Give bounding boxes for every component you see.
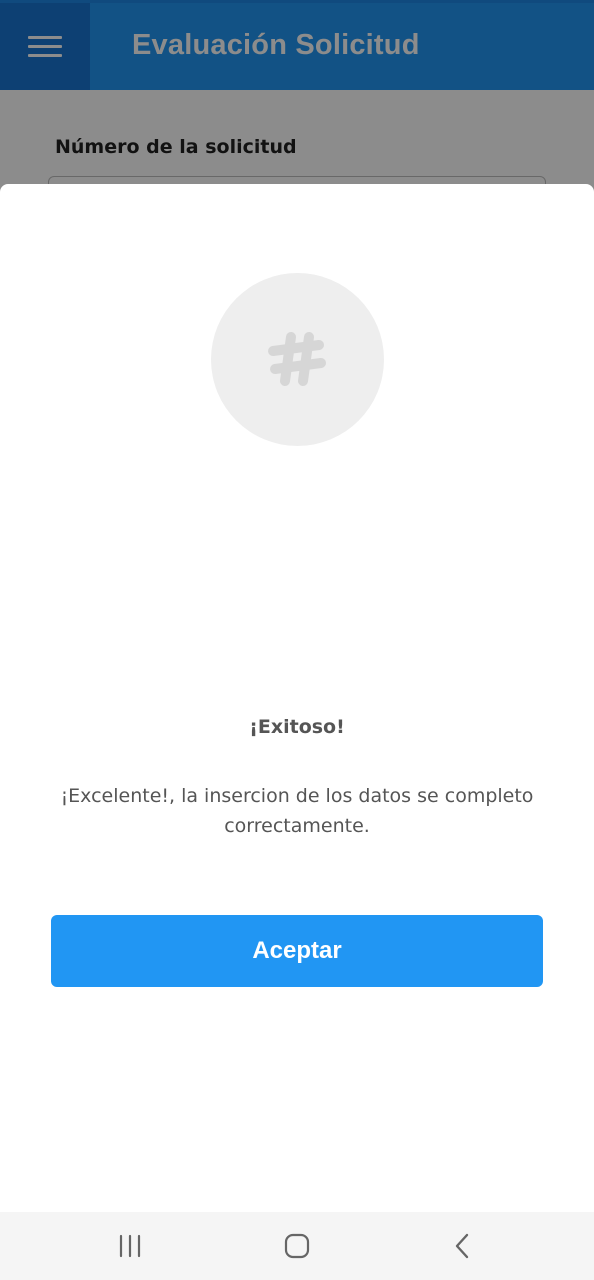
- dialog-title: ¡Exitoso!: [249, 716, 345, 738]
- back-icon: [455, 1233, 469, 1259]
- recent-apps-button[interactable]: [100, 1226, 160, 1266]
- dialog-message: ¡Excelente!, la insercion de los datos s…: [60, 785, 534, 837]
- accept-button[interactable]: Aceptar: [51, 915, 543, 987]
- recent-apps-icon: [119, 1234, 141, 1258]
- hashtag-icon: [268, 332, 326, 386]
- dialog-icon-circle: [211, 273, 384, 446]
- home-button[interactable]: [267, 1226, 327, 1266]
- home-icon: [284, 1233, 310, 1259]
- success-dialog: ¡Exitoso! ¡Excelente!, la insercion de l…: [0, 184, 594, 1214]
- back-button[interactable]: [433, 1226, 493, 1266]
- system-nav-bar: [0, 1212, 594, 1280]
- screen: Evaluación Solicitud Número de la solici…: [0, 0, 594, 1280]
